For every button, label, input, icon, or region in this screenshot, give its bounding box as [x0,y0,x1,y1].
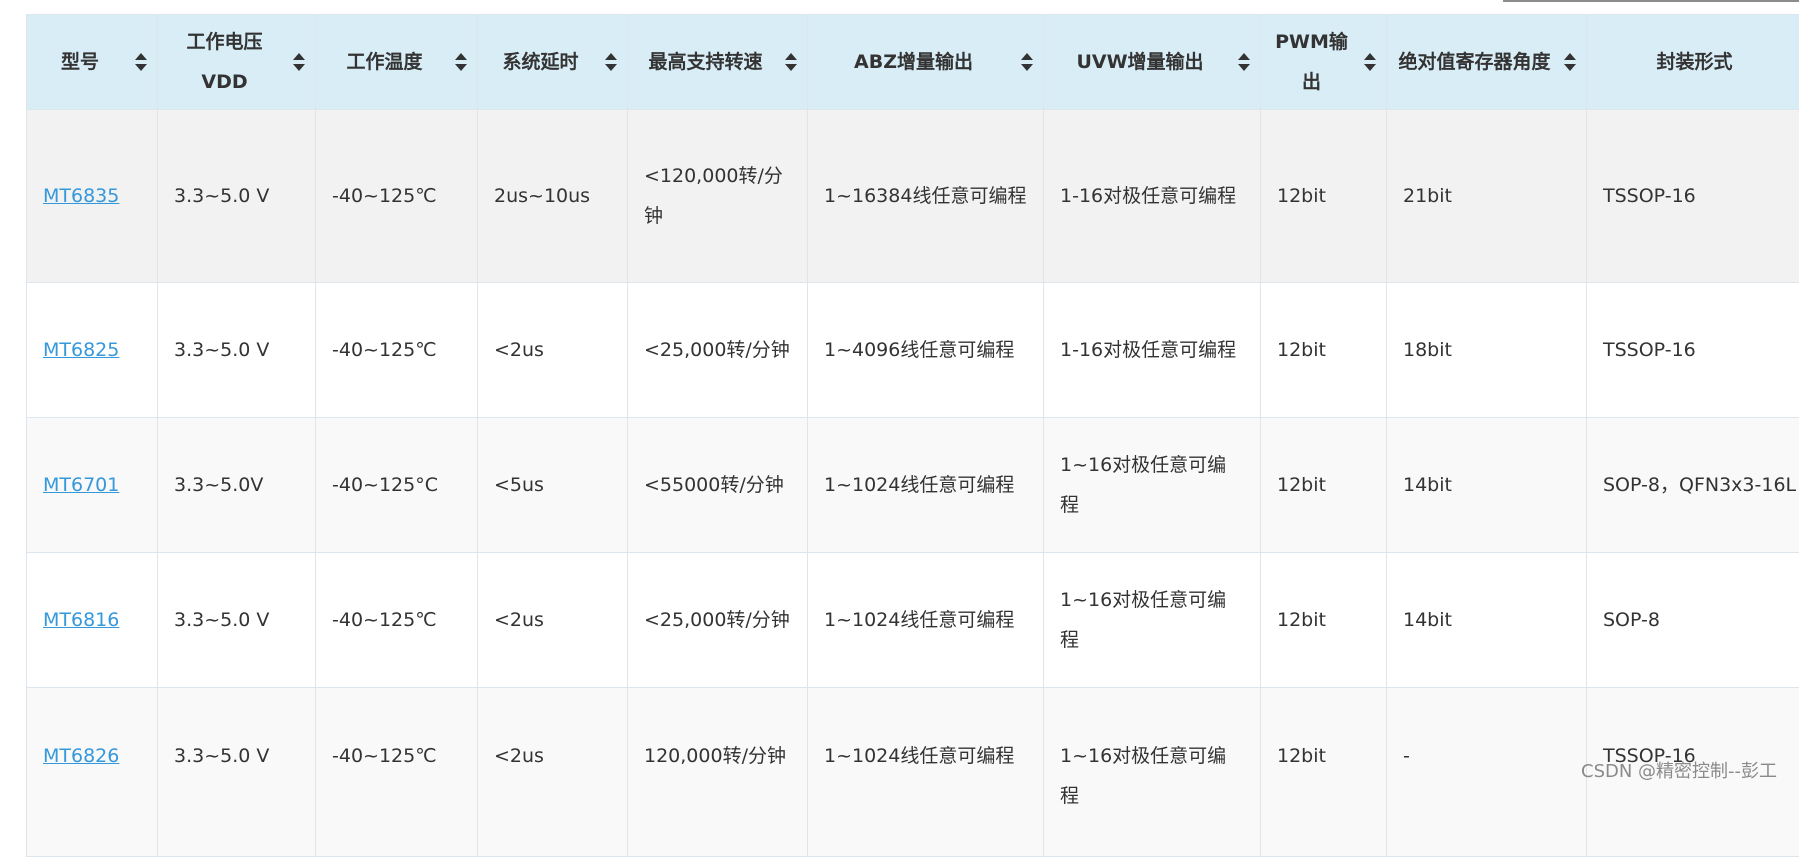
max-speed-cell: <25,000转/分钟 [628,553,808,688]
column-header-angle[interactable]: 绝对值寄存器角度 [1387,15,1587,110]
uvw-cell: 1~16对极任意可编程 [1044,418,1261,553]
delay-cell: <2us [478,283,628,418]
delay-cell: <5us [478,418,628,553]
csdn-watermark: CSDN @精密控制--彭工 [1581,757,1777,783]
uvw-cell: 1-16对极任意可编程 [1044,110,1261,283]
column-header-label: 型号 [61,51,99,73]
package-cell: SOP-8，QFN3x3-16L [1587,418,1799,553]
model-link[interactable]: MT6701 [43,474,119,496]
angle-cell: 18bit [1387,283,1587,418]
column-header-model[interactable]: 型号 [27,15,158,110]
uvw-cell: 1~16对极任意可编程 [1044,553,1261,688]
column-header-label: 系统延时 [502,51,578,73]
abz-cell: 1~16384线任意可编程 [808,110,1044,283]
column-header-label: ABZ增量输出 [854,51,973,73]
delay-cell: <2us [478,688,628,857]
model-cell: MT6826 [27,688,158,857]
voltage-cell: 3.3~5.0 V [158,110,316,283]
column-header-voltage[interactable]: 工作电压 VDD [158,15,316,110]
column-header-max-speed[interactable]: 最高支持转速 [628,15,808,110]
table-row: MT6825 3.3~5.0 V -40~125℃ <2us <25,000转/… [27,283,1799,418]
column-header-label: PWM输出 [1275,31,1348,93]
model-cell: MT6816 [27,553,158,688]
max-speed-cell: <120,000转/分钟 [628,110,808,283]
voltage-cell: 3.3~5.0V [158,418,316,553]
angle-cell: 14bit [1387,553,1587,688]
table-header-row: 型号 工作电压 VDD 工作温度 系统延时 最高支持转速 ABZ增量输出 UVW… [27,15,1799,110]
temperature-cell: -40~125℃ [316,283,478,418]
pwm-cell: 12bit [1261,688,1387,857]
pwm-cell: 12bit [1261,418,1387,553]
table-row: MT6701 3.3~5.0V -40~125°C <5us <55000转/分… [27,418,1799,553]
column-header-label: 工作温度 [346,51,422,73]
table-row: MT6826 3.3~5.0 V -40~125℃ <2us 120,000转/… [27,688,1799,857]
sort-icon[interactable] [785,52,797,72]
sort-icon[interactable] [1364,52,1376,72]
column-header-label: 绝对值寄存器角度 [1398,51,1550,73]
delay-cell: 2us~10us [478,110,628,283]
model-cell: MT6701 [27,418,158,553]
column-header-temperature[interactable]: 工作温度 [316,15,478,110]
uvw-cell: 1~16对极任意可编程 [1044,688,1261,857]
temperature-cell: -40~125°C [316,418,478,553]
pwm-cell: 12bit [1261,110,1387,283]
temperature-cell: -40~125℃ [316,553,478,688]
abz-cell: 1~1024线任意可编程 [808,688,1044,857]
voltage-cell: 3.3~5.0 V [158,283,316,418]
sort-icon[interactable] [1021,52,1033,72]
column-header-abz[interactable]: ABZ增量输出 [808,15,1044,110]
package-cell: TSSOP-16 [1587,283,1799,418]
column-header-pwm[interactable]: PWM输出 [1261,15,1387,110]
model-link[interactable]: MT6826 [43,745,119,767]
sort-icon[interactable] [1238,52,1250,72]
model-cell: MT6835 [27,110,158,283]
column-header-package[interactable]: 封装形式 [1587,15,1799,110]
abz-cell: 1~1024线任意可编程 [808,418,1044,553]
sort-icon[interactable] [135,52,147,72]
temperature-cell: -40~125℃ [316,688,478,857]
pwm-cell: 12bit [1261,283,1387,418]
product-spec-table: 型号 工作电压 VDD 工作温度 系统延时 最高支持转速 ABZ增量输出 UVW… [26,14,1799,857]
uvw-cell: 1-16对极任意可编程 [1044,283,1261,418]
angle-cell: 14bit [1387,418,1587,553]
sort-icon[interactable] [293,52,305,72]
package-cell: TSSOP-16 [1587,110,1799,283]
angle-cell: 21bit [1387,110,1587,283]
table-row: MT6835 3.3~5.0 V -40~125℃ 2us~10us <120,… [27,110,1799,283]
pwm-cell: 12bit [1261,553,1387,688]
column-header-delay[interactable]: 系统延时 [478,15,628,110]
angle-cell: - [1387,688,1587,857]
package-cell: SOP-8 [1587,553,1799,688]
model-link[interactable]: MT6835 [43,185,119,207]
voltage-cell: 3.3~5.0 V [158,553,316,688]
max-speed-cell: 120,000转/分钟 [628,688,808,857]
sort-icon[interactable] [605,52,617,72]
column-header-label: 工作电压 VDD [186,31,262,93]
model-cell: MT6825 [27,283,158,418]
max-speed-cell: <25,000转/分钟 [628,283,808,418]
table-row: MT6816 3.3~5.0 V -40~125℃ <2us <25,000转/… [27,553,1799,688]
temperature-cell: -40~125℃ [316,110,478,283]
top-divider [1503,0,1799,2]
max-speed-cell: <55000转/分钟 [628,418,808,553]
column-header-label: UVW增量输出 [1076,51,1203,73]
column-header-label: 最高支持转速 [648,51,762,73]
model-link[interactable]: MT6825 [43,339,119,361]
delay-cell: <2us [478,553,628,688]
sort-icon[interactable] [1564,52,1576,72]
sort-icon[interactable] [455,52,467,72]
column-header-label: 封装形式 [1656,51,1732,73]
abz-cell: 1~1024线任意可编程 [808,553,1044,688]
model-link[interactable]: MT6816 [43,609,119,631]
column-header-uvw[interactable]: UVW增量输出 [1044,15,1261,110]
voltage-cell: 3.3~5.0 V [158,688,316,857]
abz-cell: 1~4096线任意可编程 [808,283,1044,418]
